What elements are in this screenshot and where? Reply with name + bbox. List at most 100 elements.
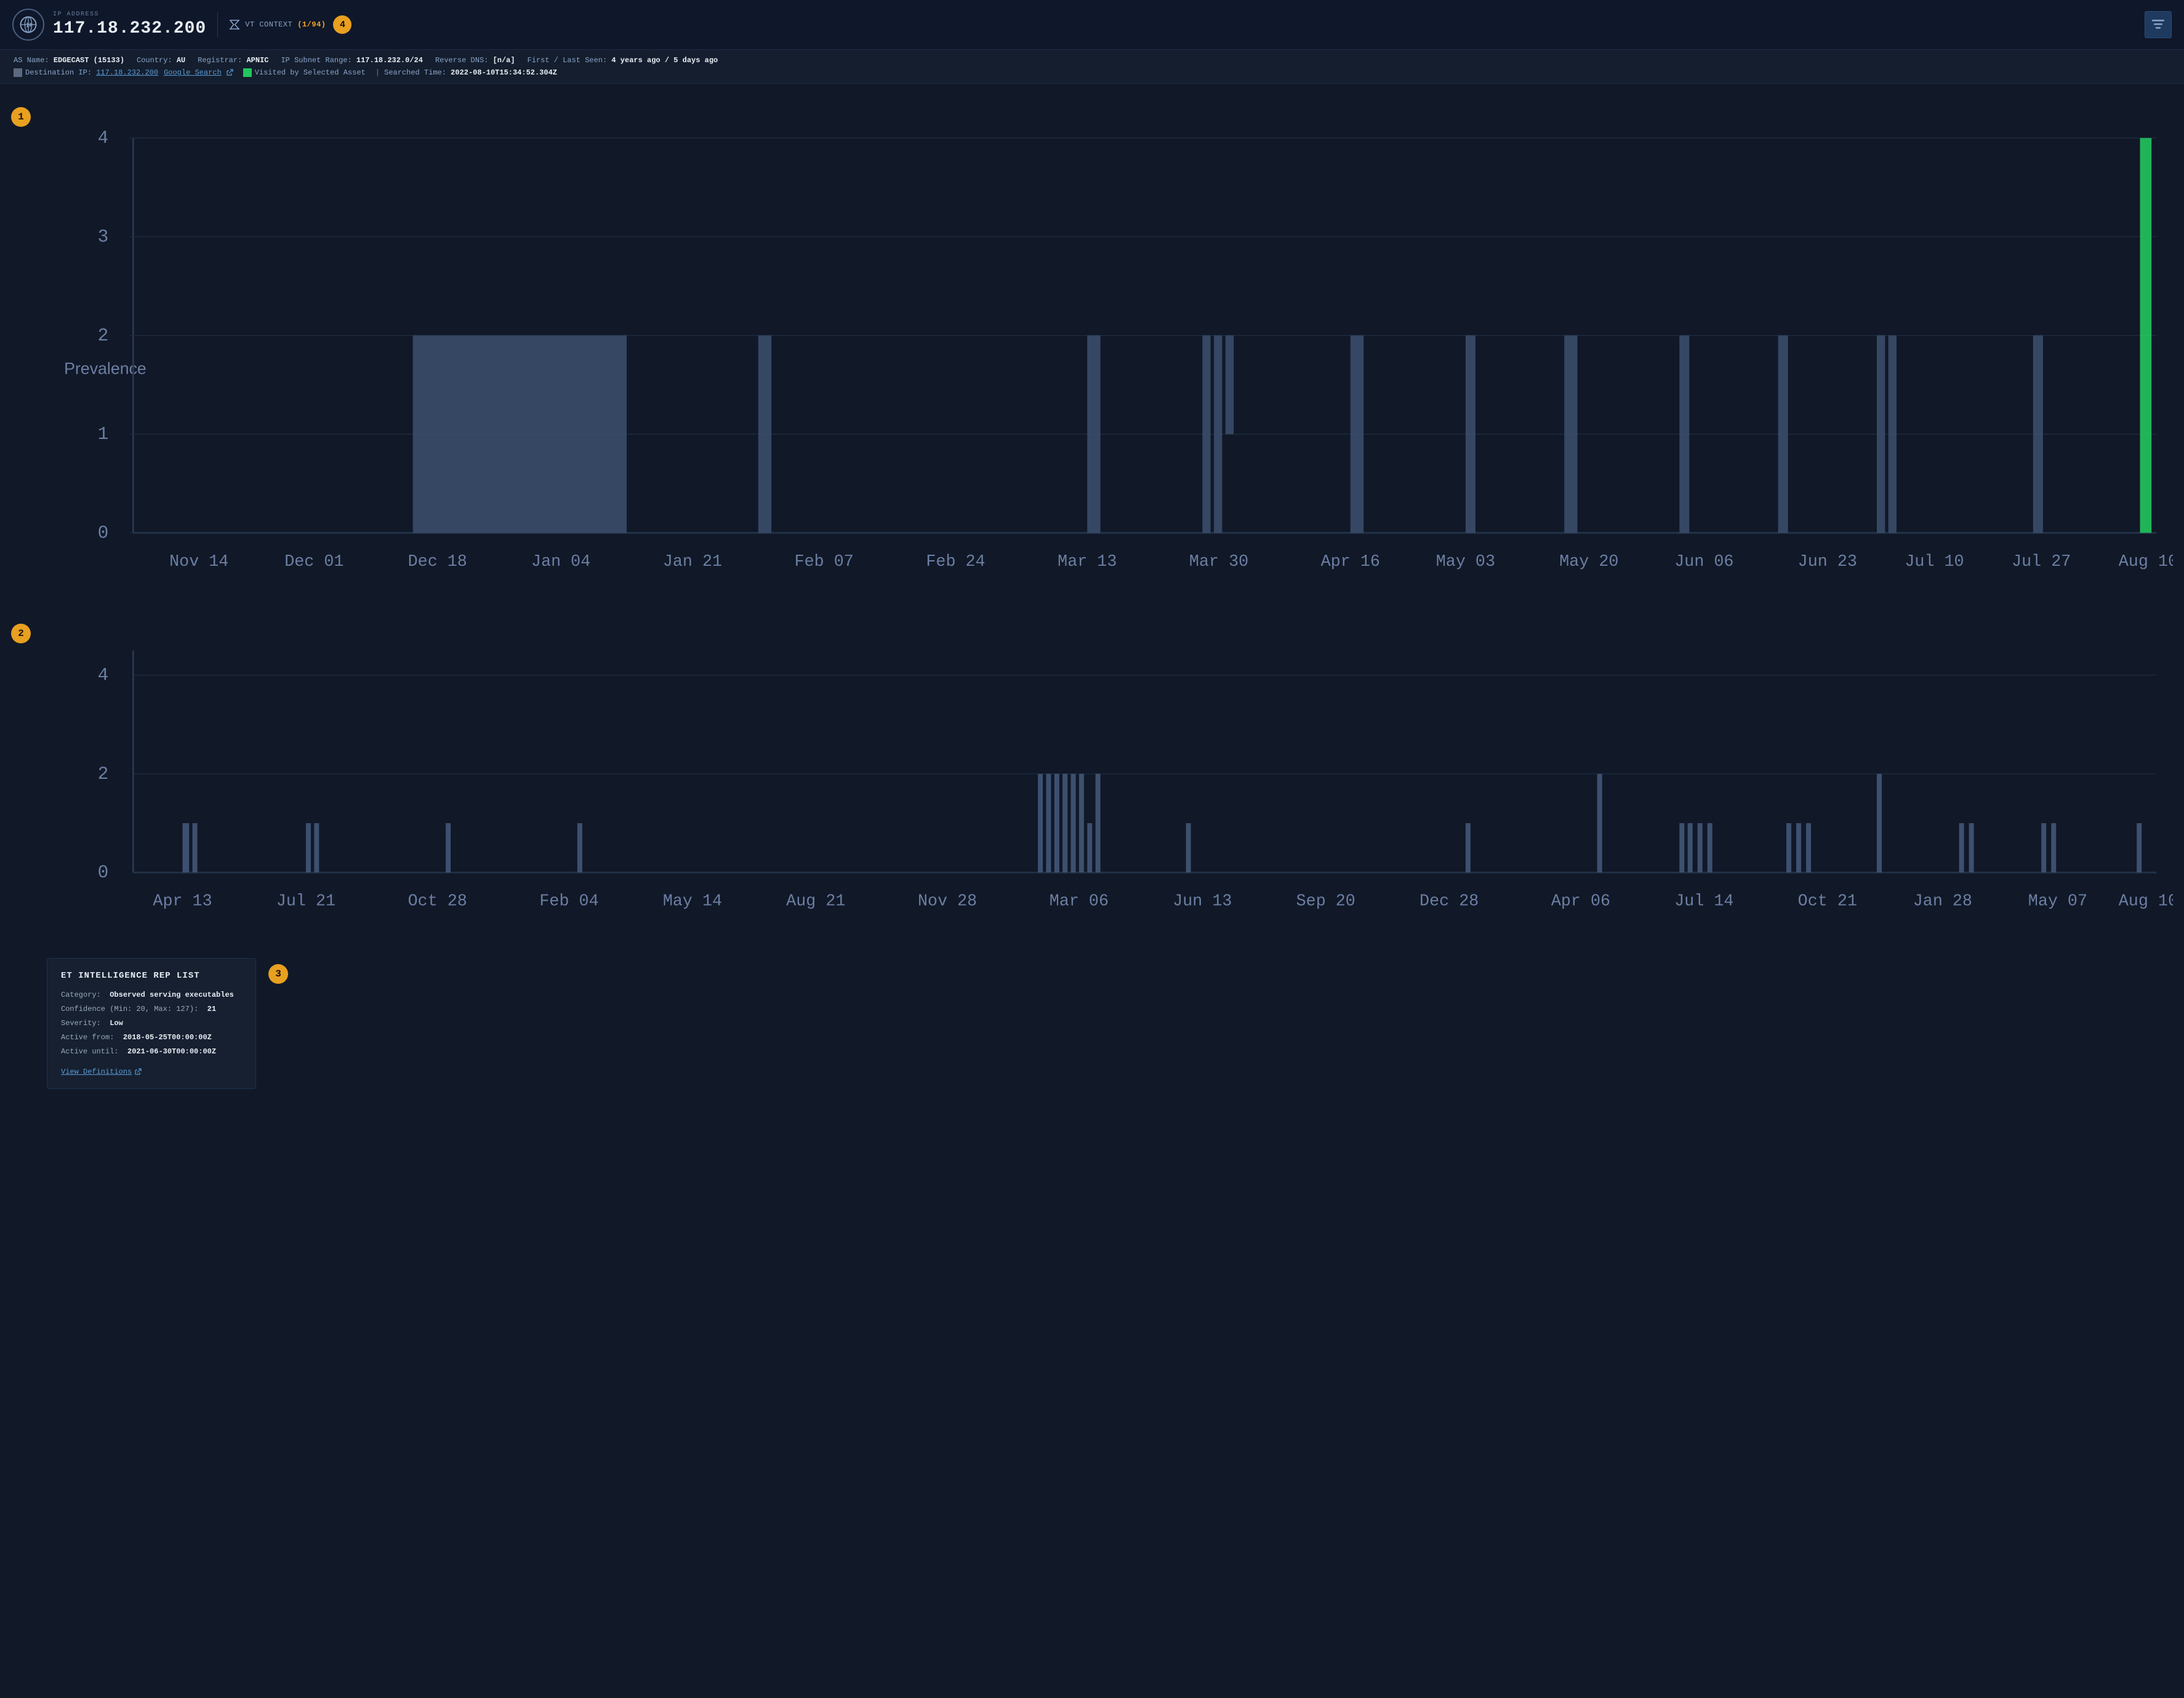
vt-context-button[interactable]: VT CONTEXT (1/94)	[229, 20, 326, 30]
external-link-icon-2	[134, 1068, 142, 1076]
sigma-icon	[229, 20, 240, 30]
svg-text:May 14: May 14	[663, 893, 722, 911]
dest-ip-label: Destination IP: 117.18.232.200	[25, 68, 158, 77]
confidence-row: Confidence (Min: 20, Max: 127): 21	[61, 1004, 242, 1015]
svg-text:Feb 24: Feb 24	[926, 553, 985, 571]
svg-text:Jan 28: Jan 28	[1913, 893, 1972, 911]
svg-text:Jul 10: Jul 10	[1905, 553, 1964, 571]
subnet-label: IP Subnet Range: 117.18.232.0/24	[281, 56, 422, 65]
meta-row: AS Name: EDGECAST (15133) Country: AU Re…	[0, 50, 2184, 84]
svg-text:Sep 20: Sep 20	[1296, 893, 1355, 911]
svg-text:4: 4	[98, 666, 109, 686]
category-value: Observed serving executables	[110, 991, 234, 999]
app-container: IP IP ADDRESS 117.18.232.200 VT CONTEXT …	[0, 0, 2184, 1698]
intel-card: ET INTELLIGENCE REP LIST Category: Obser…	[47, 958, 256, 1089]
svg-text:Dec 18: Dec 18	[408, 553, 467, 571]
chart2-wrapper: 0 2 4	[34, 618, 2173, 946]
ip-address-label: IP ADDRESS	[53, 11, 206, 18]
badge-2: 2	[11, 624, 31, 643]
badge-4: 4	[333, 15, 351, 34]
visited-label: Visited by Selected Asset	[255, 68, 366, 77]
svg-text:Apr 16: Apr 16	[1321, 553, 1380, 571]
svg-text:Jul 21: Jul 21	[276, 893, 335, 911]
chart1-section: 1 Prevalence 0 1 2 3	[11, 89, 2173, 615]
chart1-wrapper: Prevalence 0 1 2 3 4	[34, 89, 2173, 615]
visited-legend: Visited by Selected Asset	[243, 68, 366, 77]
severity-value: Low	[110, 1019, 123, 1028]
svg-text:May 03: May 03	[1436, 553, 1495, 571]
active-from-row: Active from: 2018-05-25T00:00:00Z	[61, 1032, 242, 1043]
globe-icon: IP	[19, 15, 38, 34]
svg-text:Oct 28: Oct 28	[408, 893, 467, 911]
svg-text:Dec 01: Dec 01	[284, 553, 343, 571]
registrar-label: Registrar: APNIC	[198, 56, 268, 65]
category-row: Category: Observed serving executables	[61, 989, 242, 1000]
svg-text:Aug 10: Aug 10	[2119, 553, 2173, 571]
header: IP IP ADDRESS 117.18.232.200 VT CONTEXT …	[0, 0, 2184, 50]
visited-legend-box	[243, 68, 252, 77]
dest-ip-link[interactable]: 117.18.232.200	[96, 68, 158, 77]
ip-address-value: 117.18.232.200	[53, 19, 206, 38]
svg-text:2: 2	[98, 764, 109, 784]
dns-label: Reverse DNS: [n/a]	[435, 56, 515, 65]
badge-1: 1	[11, 107, 31, 127]
intel-card-title: ET INTELLIGENCE REP LIST	[61, 971, 242, 981]
chart2-section: 2 0 2 4	[11, 618, 2173, 946]
confidence-value: 21	[207, 1005, 216, 1013]
svg-text:Nov 14: Nov 14	[169, 553, 228, 571]
main-content: 1 Prevalence 0 1 2 3	[0, 84, 2184, 1698]
header-info: IP ADDRESS 117.18.232.200	[53, 11, 206, 38]
header-divider	[217, 12, 218, 37]
svg-text:Oct 21: Oct 21	[1798, 893, 1857, 911]
vt-context-label: VT CONTEXT	[245, 20, 292, 29]
svg-text:2: 2	[98, 326, 109, 346]
svg-text:Nov 28: Nov 28	[918, 893, 977, 911]
svg-text:Aug 21: Aug 21	[786, 893, 845, 911]
svg-text:Jan 04: Jan 04	[531, 553, 590, 571]
svg-text:IP: IP	[26, 23, 33, 29]
svg-text:Mar 06: Mar 06	[1050, 893, 1109, 911]
as-name-label: AS Name: EDGECAST (15133)	[14, 56, 124, 65]
seen-label: First / Last Seen: 4 years ago / 5 days …	[528, 56, 718, 65]
ip-icon: IP	[12, 9, 44, 41]
dest-ip-legend: Destination IP: 117.18.232.200 Google Se…	[14, 68, 233, 77]
google-search-link[interactable]: Google Search	[164, 68, 222, 77]
svg-text:0: 0	[98, 523, 109, 544]
bottom-area: ET INTELLIGENCE REP LIST Category: Obser…	[11, 958, 2173, 1089]
svg-text:4: 4	[98, 128, 109, 148]
vt-context-count: (1/94)	[297, 20, 326, 29]
searched-time: | Searched Time: 2022-08-10T15:34:52.304…	[375, 68, 557, 77]
svg-text:Jan 21: Jan 21	[663, 553, 722, 571]
svg-text:Mar 30: Mar 30	[1189, 553, 1248, 571]
svg-text:Feb 04: Feb 04	[539, 893, 598, 911]
svg-text:Jul 27: Jul 27	[2012, 553, 2071, 571]
view-definitions-link[interactable]: View Definitions	[61, 1068, 142, 1076]
svg-text:May 20: May 20	[1559, 553, 1618, 571]
filter-button[interactable]	[2145, 11, 2172, 38]
svg-text:Jul 14: Jul 14	[1674, 893, 1733, 911]
badge-3: 3	[268, 964, 288, 984]
svg-text:Jun 06: Jun 06	[1674, 553, 1733, 571]
chart2-svg: 0 2 4	[34, 618, 2173, 946]
country-label: Country: AU	[137, 56, 185, 65]
svg-text:Aug 10: Aug 10	[2119, 893, 2173, 911]
svg-text:0: 0	[98, 863, 109, 883]
svg-text:May 07: May 07	[2028, 893, 2087, 911]
svg-text:Apr 06: Apr 06	[1551, 893, 1610, 911]
severity-row: Severity: Low	[61, 1018, 242, 1029]
svg-text:Jun 13: Jun 13	[1173, 893, 1232, 911]
svg-text:Jun 23: Jun 23	[1798, 553, 1857, 571]
active-from-value: 2018-05-25T00:00:00Z	[123, 1033, 212, 1042]
active-until-row: Active until: 2021-06-30T00:00:00Z	[61, 1046, 242, 1057]
svg-text:Apr 13: Apr 13	[153, 893, 212, 911]
svg-text:Dec 28: Dec 28	[1419, 893, 1479, 911]
external-link-icon	[226, 69, 233, 76]
filter-icon	[2152, 20, 2164, 30]
svg-text:3: 3	[98, 227, 109, 247]
chart1-svg: Prevalence 0 1 2 3 4	[34, 89, 2173, 615]
svg-text:1: 1	[98, 424, 109, 445]
svg-text:Feb 07: Feb 07	[795, 553, 854, 571]
active-until-value: 2021-06-30T00:00:00Z	[127, 1047, 216, 1056]
dest-ip-legend-box	[14, 68, 22, 77]
svg-text:Prevalence: Prevalence	[64, 359, 147, 377]
